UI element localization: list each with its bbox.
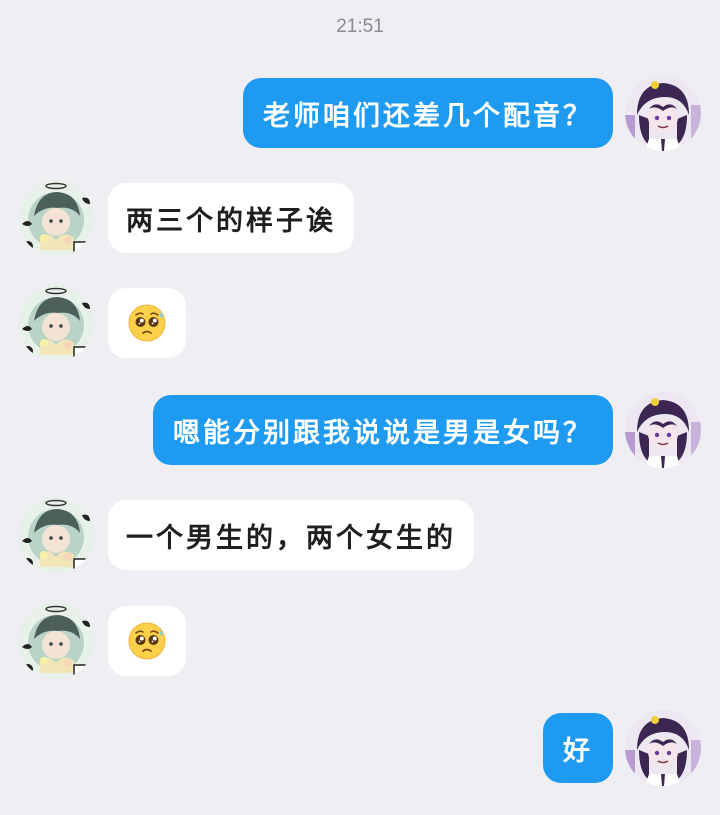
pleading-face-icon	[127, 303, 167, 343]
message-row: 两三个的样子诶	[0, 183, 720, 253]
pleading-face-icon	[127, 621, 167, 661]
message-row: 嗯能分别跟我说说是男是女吗？	[0, 395, 720, 465]
chat-window: 21:51 老师咱们还差几个配音？ 两三个的样子诶 嗯能分别跟我说说是男是女吗？	[0, 0, 720, 815]
self-message-bubble[interactable]: 老师咱们还差几个配音？	[243, 78, 613, 148]
self-avatar[interactable]	[625, 75, 701, 151]
message-timestamp: 21:51	[336, 16, 384, 37]
self-message-bubble[interactable]: 嗯能分别跟我说说是男是女吗？	[153, 395, 613, 465]
message-row: 老师咱们还差几个配音？	[0, 78, 720, 148]
contact-avatar[interactable]	[18, 497, 94, 573]
contact-emoji-bubble[interactable]	[108, 288, 186, 358]
contact-emoji-bubble[interactable]	[108, 606, 186, 676]
self-avatar[interactable]	[625, 392, 701, 468]
message-row	[0, 288, 720, 358]
contact-message-bubble[interactable]: 两三个的样子诶	[108, 183, 354, 253]
self-avatar[interactable]	[625, 710, 701, 786]
message-row: 一个男生的，两个女生的	[0, 500, 720, 570]
contact-avatar[interactable]	[18, 603, 94, 679]
message-row: 好	[0, 713, 720, 783]
contact-message-bubble[interactable]: 一个男生的，两个女生的	[108, 500, 474, 570]
self-message-bubble[interactable]: 好	[543, 713, 613, 783]
contact-avatar[interactable]	[18, 180, 94, 256]
contact-avatar[interactable]	[18, 285, 94, 361]
message-row	[0, 606, 720, 676]
